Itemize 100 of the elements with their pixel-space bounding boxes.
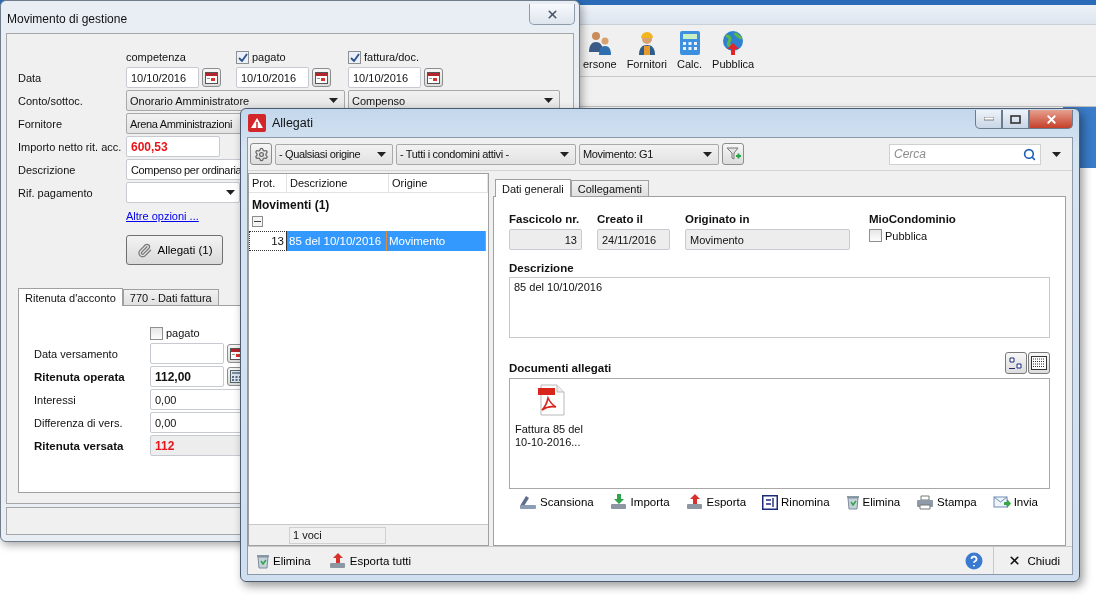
toolbar-label[interactable]: Pubblica [712,58,755,70]
action-button[interactable]: Rinomina [762,494,830,510]
toolbar-label[interactable]: Calc. [677,58,703,70]
action-button[interactable]: Scansiona [519,494,594,510]
action-button[interactable]: Invia [992,494,1038,510]
list-view-button[interactable] [1028,352,1050,374]
calendar-button[interactable] [312,68,331,87]
form-label: Data [18,71,43,84]
close-icon [545,7,559,21]
table-cell: 13 [249,231,287,251]
maximize-button[interactable] [1002,110,1029,129]
action-button[interactable]: Elimina [845,494,901,510]
action-button[interactable]: Esporta tutti [328,552,412,569]
icon-view-button[interactable] [1005,352,1027,374]
caret-icon [560,151,569,157]
window-title: Allegati [272,116,313,130]
date-field[interactable]: 10/10/2016 [126,67,199,88]
minimize-icon [983,117,994,121]
tab[interactable]: Ritenuta d'acconto [18,288,123,306]
import-icon [609,494,628,510]
calendar-button[interactable] [424,68,443,87]
settings-button[interactable] [250,143,272,165]
minus-icon [254,218,261,225]
filter-dropdown[interactable]: Movimento: G1 [579,143,719,165]
form-label: Fornitore [18,117,64,130]
field-label: Descrizione [509,262,575,274]
table-cell: Movimento [387,231,486,251]
options-link[interactable]: Altre opzioni ... [126,209,199,222]
toolbar-label[interactable]: ersone [583,58,617,70]
description-field[interactable]: 85 del 10/10/2016 [509,277,1050,338]
form-label: Interessi [34,393,77,406]
window-title: Movimento di gestione [7,12,128,26]
tab[interactable]: Dati generali [495,179,571,197]
checkbox-label: pagato [166,327,200,339]
action-button[interactable]: Esporta [685,494,747,510]
column-label: competenza [126,51,186,63]
date-field[interactable]: 10/10/2016 [236,67,309,88]
calendar-icon [205,71,218,84]
form-label: Data versamento [34,347,119,360]
file-name[interactable]: Fattura 85 del 10-10-2016... [515,423,589,449]
form-label: Rif. pagamento [18,186,94,199]
tab[interactable]: 770 - Dati fattura [122,289,219,305]
trash-icon [845,494,860,510]
checkbox-label: pagato [252,51,286,63]
caret-icon [329,98,338,103]
dropdown[interactable]: Onorario Amministratore [126,90,345,111]
app-logo-icon [248,114,266,132]
filter-dropdown[interactable]: - Tutti i condomini attivi - [396,143,576,165]
export-icon [685,494,704,510]
action-button[interactable]: Stampa [916,494,977,510]
close-action-button[interactable]: Chiudi [1004,554,1064,567]
amount-field[interactable]: 600,53 [126,136,220,157]
help-icon [965,551,984,570]
list-row[interactable]: 13 85 del 10/10/2016 Movimento [249,231,486,251]
date-field[interactable]: 10/10/2016 [348,67,421,88]
paperclip-icon [136,242,152,258]
pdf-file-icon [536,384,568,416]
form-label: Differenza di vers. [34,416,124,429]
column-header[interactable]: Origine [389,174,488,192]
readonly-field: Movimento [685,229,850,250]
action-button[interactable]: Elimina [256,552,311,569]
search-field[interactable]: Cerca [889,143,1041,165]
close-icon [1008,554,1022,567]
restore-icon [1010,114,1021,124]
field-label: Documenti allegati [509,362,612,374]
minimize-button[interactable] [975,110,1002,129]
people-icon [586,30,613,56]
checkbox-label: Pubblica [885,229,928,242]
caret-icon [1051,151,1061,157]
toolbar-label[interactable]: Fornitori [626,58,667,70]
attachments-button[interactable]: Allegati (1) [126,235,223,265]
checkbox[interactable] [236,50,249,64]
calendar-icon [315,71,328,84]
date-field[interactable] [150,343,224,364]
add-filter-button[interactable] [722,143,744,165]
calendar-button[interactable] [202,68,221,87]
calendar-icon [427,71,440,84]
close-button[interactable] [529,4,575,25]
form-label: Importo netto rit. acc. [18,140,123,153]
envelope-icon [992,494,1011,510]
collapse-toggle[interactable] [252,216,263,227]
filter-dropdown[interactable]: - Qualsiasi origine [275,143,393,165]
item-count: 1 voci [289,526,386,544]
checkbox[interactable] [150,326,163,340]
close-button[interactable] [1029,110,1073,129]
checkbox[interactable] [869,229,882,242]
checkbox[interactable] [348,50,361,64]
readonly-field: 13 [509,229,582,250]
calculator-icon [677,30,702,56]
tab[interactable]: Collegamenti [570,180,649,196]
trash-icon [256,552,270,569]
column-header[interactable]: Prot. [249,174,287,192]
printer-icon [916,494,935,510]
funnel-plus-icon [725,146,741,162]
close-icon [1044,112,1058,126]
checkbox-label: fattura/doc. [364,51,420,63]
amount-field[interactable]: 112,00 [150,366,224,387]
scanner-icon [519,494,537,510]
column-header[interactable]: Descrizione [287,174,389,192]
action-button[interactable]: Importa [609,494,670,510]
